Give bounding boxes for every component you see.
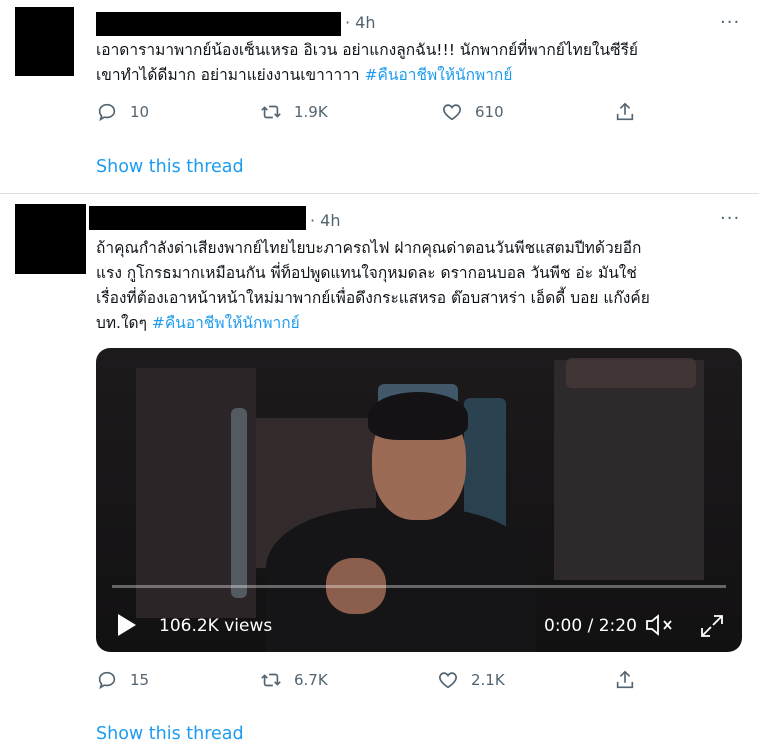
avatar[interactable] — [15, 204, 86, 274]
tweet-text-line: แรง กูโกรธมากเหมือนกัน พี่ท็อปพูดแทนใจกุ… — [96, 264, 637, 282]
tweet-text-line: เรื่องที่ต้องเอาหน้าหน้าใหม่มาพากย์เพื่อ… — [96, 289, 650, 307]
fullscreen-icon[interactable] — [698, 612, 726, 640]
mute-icon[interactable] — [644, 612, 674, 638]
like-button[interactable]: 610 — [441, 101, 504, 123]
reply-icon — [98, 671, 116, 690]
tweet-actions: 10 1.9K 610 — [96, 101, 656, 131]
tweet[interactable]: · 4h ··· เอาดารามาพากย์น้องเซ็นเหรอ อิเว… — [0, 0, 759, 194]
video-player[interactable]: 106.2K views 0:00 / 2:20 — [96, 348, 742, 652]
like-icon — [439, 672, 457, 689]
tweet-actions: 15 6.7K 2.1K — [96, 669, 656, 699]
video-frame-person — [368, 392, 468, 440]
avatar[interactable] — [15, 7, 74, 76]
video-frame-clutter — [566, 358, 696, 388]
tweet-text-segment: บท.ใดๆ — [96, 314, 152, 332]
like-icon — [443, 104, 461, 121]
redacted-user-name[interactable] — [89, 206, 306, 230]
reply-icon — [98, 103, 116, 122]
like-count: 610 — [475, 103, 504, 121]
retweet-icon — [261, 105, 281, 119]
show-thread-link[interactable]: Show this thread — [96, 157, 244, 177]
retweet-button[interactable]: 1.9K — [260, 101, 328, 123]
tweet-text: เอาดารามาพากย์น้องเซ็นเหรอ อิเวน อย่าแกง… — [96, 38, 736, 88]
hashtag-link[interactable]: #คืนอาชีพให้นักพากย์ — [365, 66, 513, 84]
more-options-icon[interactable]: ··· — [720, 12, 740, 33]
show-thread-link[interactable]: Show this thread — [96, 724, 244, 744]
video-frame-person — [266, 508, 536, 652]
tweet-text-line: บท.ใดๆ #คืนอาชีพให้นักพากย์ — [96, 311, 746, 336]
share-button[interactable] — [614, 669, 636, 691]
tweet[interactable]: · 4h ··· ถ้าคุณกำลังด่าเสียงพากย์ไทยไยบะ… — [0, 194, 759, 750]
reply-count: 15 — [130, 671, 150, 689]
retweet-icon — [261, 673, 281, 687]
like-button[interactable]: 2.1K — [437, 669, 505, 691]
video-time: 0:00 / 2:20 — [544, 616, 637, 636]
video-view-count: 106.2K views — [159, 616, 273, 636]
video-frame-light — [231, 408, 247, 598]
retweet-count: 6.7K — [294, 671, 328, 689]
tweet-timestamp[interactable]: · 4h — [345, 13, 376, 32]
tweet-text-segment: เขาทำได้ดีมาก อย่ามาแย่งงานเขาาาาา — [96, 66, 365, 84]
tweet-text: ถ้าคุณกำลังด่าเสียงพากย์ไทยไยบะภาครถไฟ ฝ… — [96, 236, 746, 336]
tweet-text-line: เขาทำได้ดีมาก อย่ามาแย่งงานเขาาาาา #คืนอ… — [96, 63, 736, 88]
reply-count: 10 — [130, 103, 150, 121]
video-frame-shelf — [554, 360, 704, 580]
share-icon — [616, 102, 634, 121]
play-icon[interactable] — [116, 612, 138, 638]
share-button[interactable] — [614, 101, 636, 123]
more-options-icon[interactable]: ··· — [720, 208, 740, 229]
tweet-text-line: เอาดารามาพากย์น้องเซ็นเหรอ อิเวน อย่าแกง… — [96, 41, 639, 59]
hashtag-link[interactable]: #คืนอาชีพให้นักพากย์ — [152, 314, 300, 332]
retweet-button[interactable]: 6.7K — [260, 669, 328, 691]
like-count: 2.1K — [471, 671, 505, 689]
reply-button[interactable]: 10 — [96, 101, 149, 123]
redacted-user-name[interactable] — [96, 12, 341, 36]
tweet-text-line: ถ้าคุณกำลังด่าเสียงพากย์ไทยไยบะภาครถไฟ ฝ… — [96, 239, 642, 257]
share-icon — [616, 670, 634, 689]
reply-button[interactable]: 15 — [96, 669, 149, 691]
retweet-count: 1.9K — [294, 103, 328, 121]
video-progress-bar[interactable] — [112, 585, 726, 588]
tweet-timestamp[interactable]: · 4h — [310, 211, 341, 230]
